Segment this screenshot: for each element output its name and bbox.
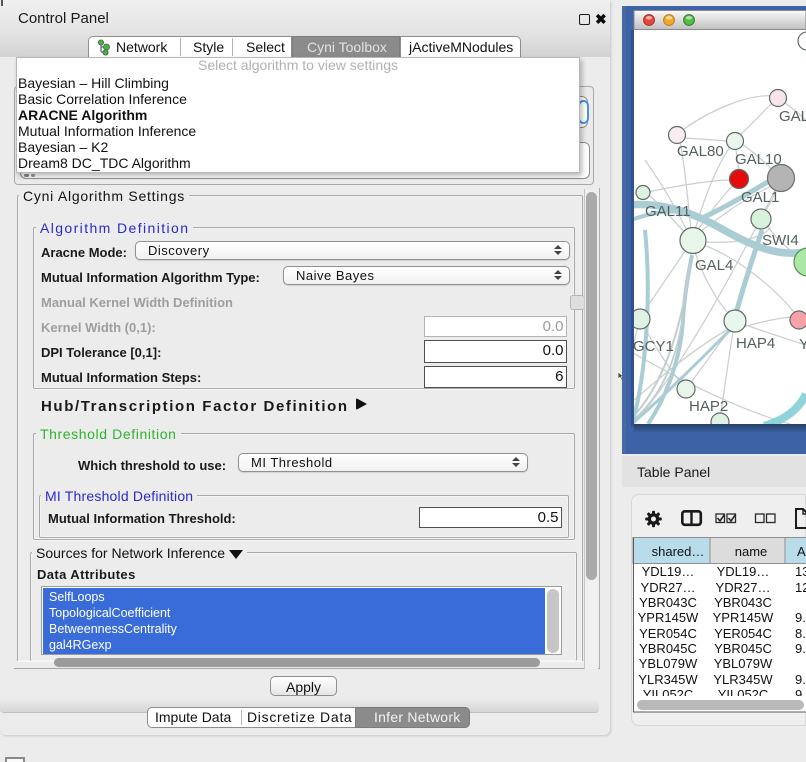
svg-text:9.: 9. [795,672,806,687]
svg-text:YBR045C: YBR045C [714,641,772,656]
svg-text:GAL80: GAL80 [677,143,724,160]
svg-text:YER054C: YER054C [639,626,697,641]
svg-text:YPR145W: YPR145W [713,610,774,625]
svg-text:HAP2: HAP2 [689,398,728,415]
svg-text:8.: 8. [795,626,806,641]
svg-text:YDL19…: YDL19… [717,564,770,579]
svg-text:HAP4: HAP4 [736,335,775,352]
svg-text:GAL11: GAL11 [645,203,691,220]
svg-text:9.: 9. [795,610,806,625]
svg-text:GAL1: GAL1 [741,189,779,206]
svg-text:GAL10: GAL10 [735,151,782,168]
svg-text:A: A [797,544,806,559]
svg-text:12: 12 [795,580,806,595]
svg-text:YLR345W: YLR345W [638,672,698,687]
svg-text:YDR27…: YDR27… [641,580,696,595]
svg-text:9.: 9. [795,641,806,656]
svg-text:13: 13 [795,564,806,579]
svg-text:GAL7: GAL7 [779,108,806,125]
svg-text:YPR145W: YPR145W [638,610,699,625]
svg-text:YER054C: YER054C [714,626,772,641]
svg-text:YMR: YMR [799,336,806,353]
svg-text:SWI4: SWI4 [762,232,799,249]
svg-text:YLR345W: YLR345W [713,672,773,687]
svg-text:name: name [735,544,768,559]
svg-text:YBR043C: YBR043C [639,595,697,610]
svg-text:GCY1: GCY1 [633,338,674,355]
svg-text:shared…: shared… [652,544,705,559]
svg-text:YDL19…: YDL19… [642,564,695,579]
svg-text:YBL079W: YBL079W [639,656,698,671]
svg-text:GAL4: GAL4 [695,257,733,274]
svg-text:YBL079W: YBL079W [714,656,773,671]
svg-text:YBR043C: YBR043C [714,595,772,610]
svg-text:YDR27…: YDR27… [716,580,771,595]
svg-text:YBR045C: YBR045C [639,641,697,656]
